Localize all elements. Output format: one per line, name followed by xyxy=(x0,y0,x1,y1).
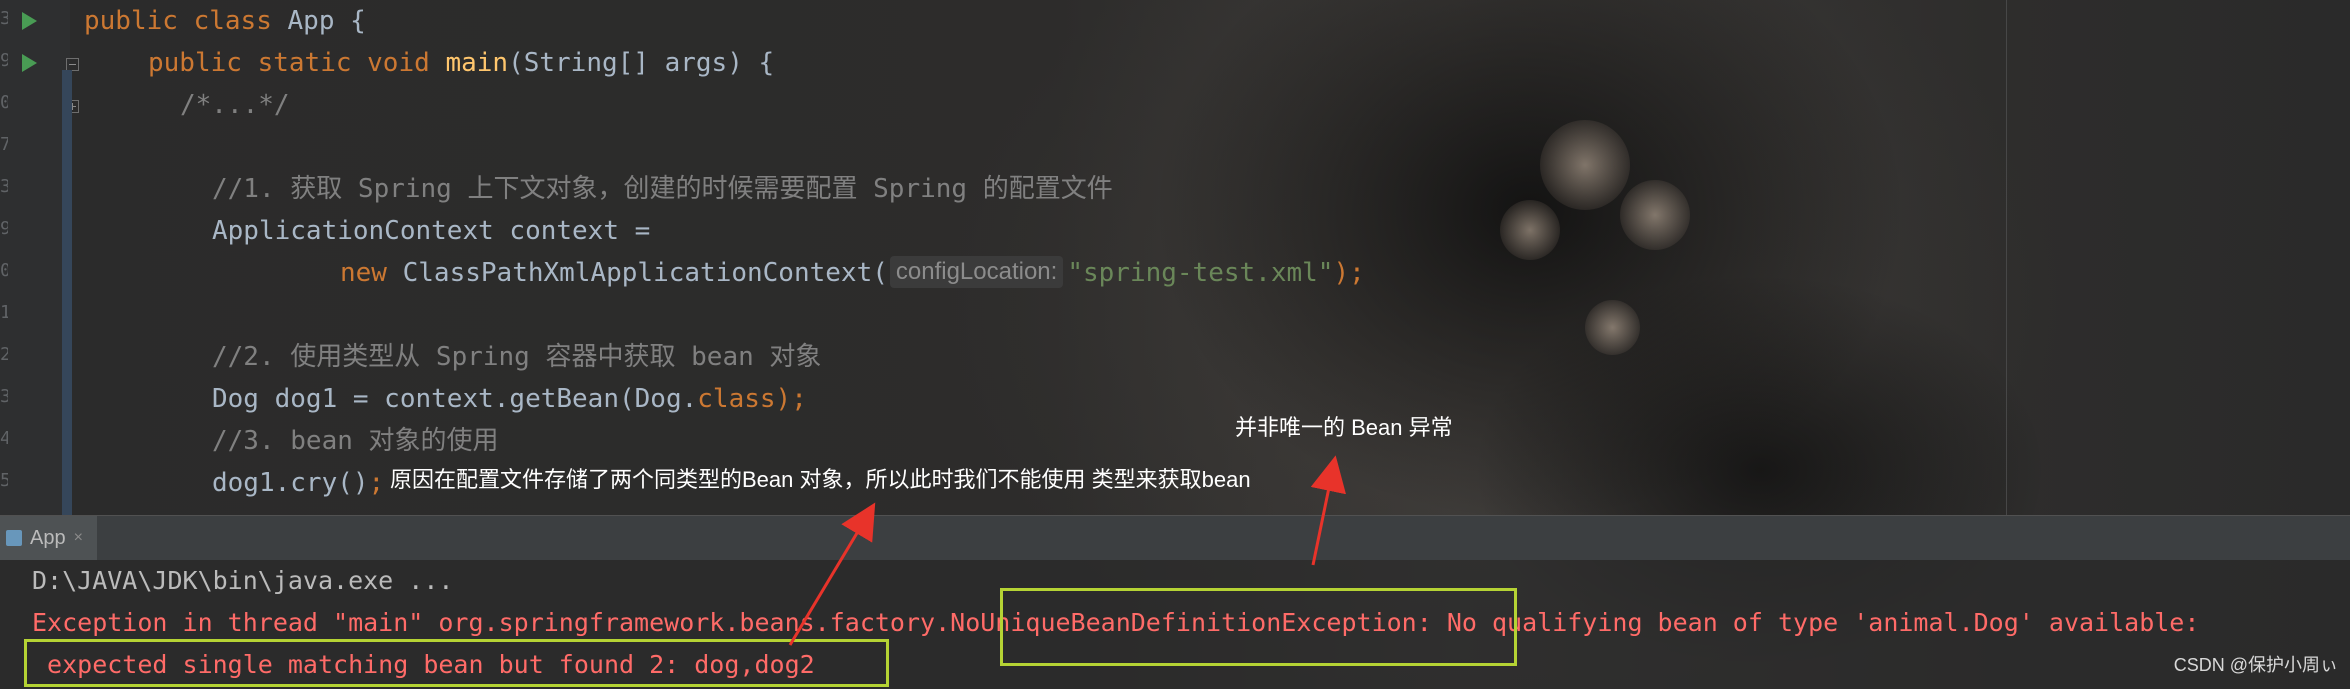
arrow-to-note xyxy=(788,502,876,646)
csdn-watermark: CSDN @保护小周ぃ xyxy=(2173,655,2338,675)
annotation-arrows xyxy=(788,455,1346,646)
arrow-to-exception-label xyxy=(1310,455,1346,566)
